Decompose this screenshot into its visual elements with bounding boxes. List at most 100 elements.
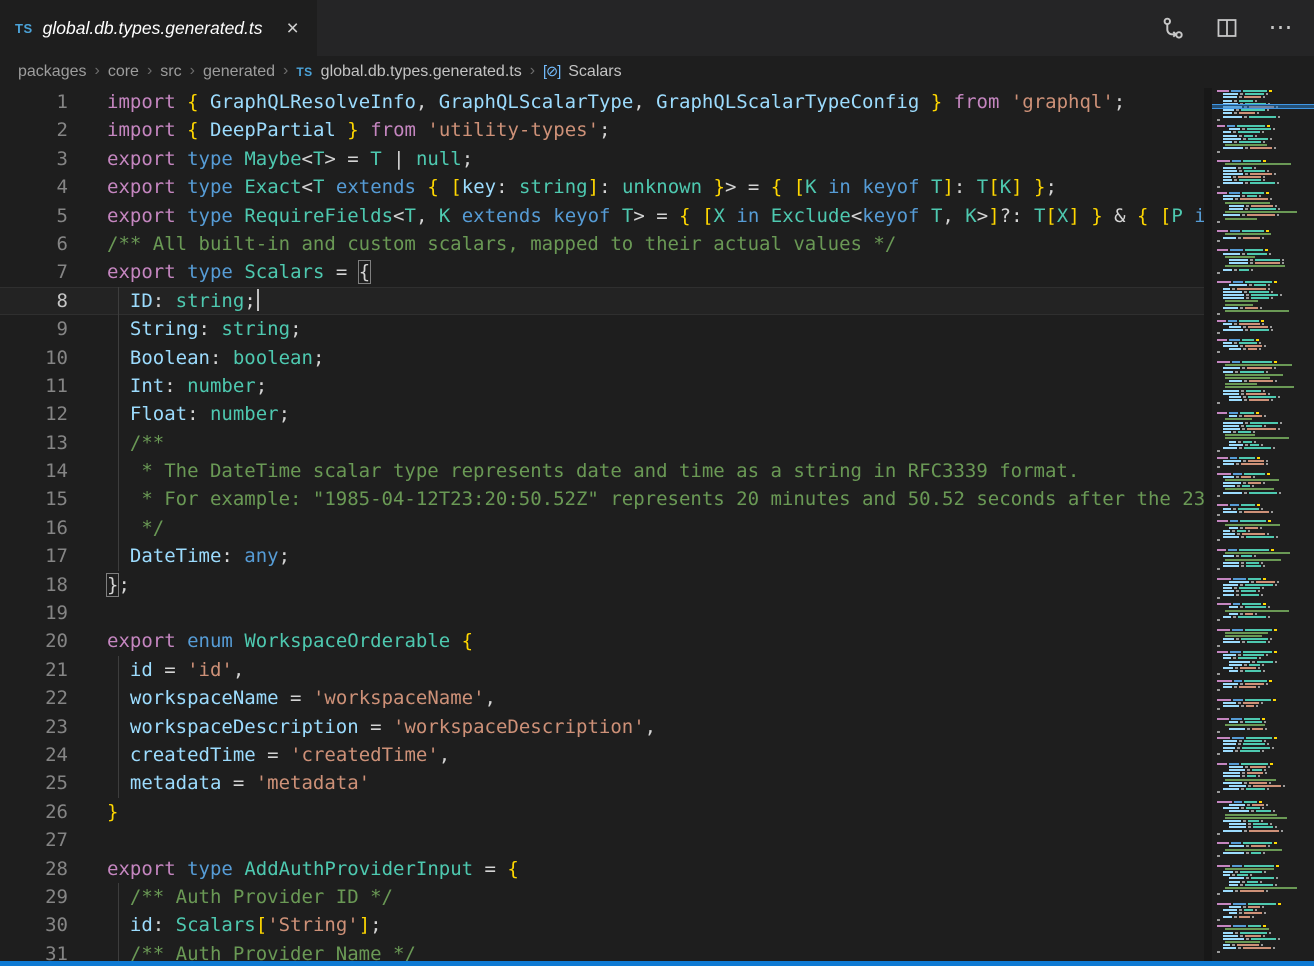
code-line[interactable]: 7export type Scalars = {: [0, 258, 1204, 286]
code-line[interactable]: 24 createdTime = 'createdTime',: [0, 741, 1204, 769]
minimap-line: [1217, 539, 1314, 541]
scrollbar-track[interactable]: [1204, 88, 1212, 961]
line-number[interactable]: 27: [0, 826, 68, 854]
code-line[interactable]: 13 /**: [0, 429, 1204, 457]
minimap-line: [1217, 686, 1314, 688]
code-line[interactable]: 31 /** Auth Provider Name */: [0, 940, 1204, 961]
code-line[interactable]: 12 Float: number;: [0, 400, 1204, 428]
code-token: import: [107, 91, 176, 113]
code-line[interactable]: 27: [0, 826, 1204, 854]
minimap-line: [1217, 364, 1314, 366]
line-number[interactable]: 11: [0, 372, 68, 400]
line-number[interactable]: 6: [0, 230, 68, 258]
code-line[interactable]: 22 workspaceName = 'workspaceName',: [0, 684, 1204, 712]
line-number[interactable]: 3: [0, 145, 68, 173]
code-line[interactable]: 23 workspaceDescription = 'workspaceDesc…: [0, 713, 1204, 741]
line-number[interactable]: 1: [0, 88, 68, 116]
code-token: 'graphql': [1011, 91, 1114, 113]
breadcrumb-item-core[interactable]: core: [108, 63, 139, 81]
code-token: number: [210, 403, 279, 425]
code-line[interactable]: 29 /** Auth Provider ID */: [0, 883, 1204, 911]
indent-guide: [118, 315, 119, 343]
minimap-line: [1217, 868, 1314, 870]
breadcrumb-item-generated[interactable]: generated: [203, 63, 275, 81]
line-number[interactable]: 18: [0, 571, 68, 599]
breadcrumb-item-packages[interactable]: packages: [18, 63, 87, 81]
line-number[interactable]: 23: [0, 713, 68, 741]
code-line[interactable]: 16 */: [0, 514, 1204, 542]
line-number[interactable]: 22: [0, 684, 68, 712]
code-line[interactable]: 25 metadata = 'metadata': [0, 769, 1204, 797]
line-number[interactable]: 26: [0, 798, 68, 826]
breadcrumb-item-file[interactable]: global.db.types.generated.ts: [321, 63, 522, 81]
line-number[interactable]: 25: [0, 769, 68, 797]
minimap-line: [1217, 549, 1314, 551]
line-number[interactable]: 16: [0, 514, 68, 542]
code-line[interactable]: 30 id: Scalars['String'];: [0, 911, 1204, 939]
code-token: {: [507, 858, 518, 880]
line-number[interactable]: 14: [0, 457, 68, 485]
code-line[interactable]: 3export type Maybe<T> = T | null;: [0, 145, 1204, 173]
line-number[interactable]: 12: [0, 400, 68, 428]
code-line[interactable]: 1import { GraphQLResolveInfo, GraphQLSca…: [0, 88, 1204, 116]
minimap[interactable]: [1212, 88, 1314, 961]
line-number[interactable]: 20: [0, 627, 68, 655]
code-line[interactable]: 8 ID: string;: [0, 287, 1204, 315]
line-number[interactable]: 30: [0, 911, 68, 939]
minimap-line: [1217, 488, 1314, 490]
code-line[interactable]: 6/** All built-in and custom scalars, ma…: [0, 230, 1204, 258]
code-token: any: [244, 545, 278, 567]
line-number[interactable]: 31: [0, 940, 68, 961]
code-line[interactable]: 21 id = 'id',: [0, 656, 1204, 684]
line-number[interactable]: 21: [0, 656, 68, 684]
line-number[interactable]: 9: [0, 315, 68, 343]
code-token: 'workspaceName': [313, 687, 485, 709]
breadcrumb-item-symbol[interactable]: Scalars: [568, 63, 621, 81]
editor-lines[interactable]: 1import { GraphQLResolveInfo, GraphQLSca…: [0, 88, 1204, 961]
code-token: [233, 858, 244, 880]
line-number[interactable]: 2: [0, 116, 68, 144]
code-line[interactable]: 9 String: string;: [0, 315, 1204, 343]
line-number[interactable]: 13: [0, 429, 68, 457]
code-line[interactable]: 5export type RequireFields<T, K extends …: [0, 202, 1204, 230]
line-number[interactable]: 28: [0, 855, 68, 883]
status-bar[interactable]: [0, 961, 1314, 966]
tab-global-db-types-generated-ts[interactable]: TS global.db.types.generated.ts ×: [0, 0, 317, 56]
code-token: [919, 91, 930, 113]
code-line[interactable]: 10 Boolean: boolean;: [0, 344, 1204, 372]
code-line[interactable]: 14 * The DateTime scalar type represents…: [0, 457, 1204, 485]
line-number[interactable]: 24: [0, 741, 68, 769]
open-changes-icon[interactable]: [1160, 15, 1186, 41]
line-number[interactable]: 29: [0, 883, 68, 911]
minimap-line: [1217, 492, 1314, 494]
line-number[interactable]: 5: [0, 202, 68, 230]
split-editor-icon[interactable]: [1214, 15, 1240, 41]
line-number[interactable]: 4: [0, 173, 68, 201]
code-token: ,: [416, 205, 439, 227]
more-actions-icon[interactable]: ⋯: [1268, 15, 1294, 41]
code-text: createdTime = 'createdTime',: [68, 741, 1204, 769]
line-number[interactable]: 10: [0, 344, 68, 372]
line-number[interactable]: 8: [0, 287, 68, 315]
code-line[interactable]: 4export type Exact<T extends { [key: str…: [0, 173, 1204, 201]
code-line[interactable]: 19: [0, 599, 1204, 627]
minimap-line: [1217, 249, 1314, 251]
code-line[interactable]: 11 Int: number;: [0, 372, 1204, 400]
code-line[interactable]: 26}: [0, 798, 1204, 826]
close-icon[interactable]: ×: [287, 18, 299, 39]
line-number[interactable]: 15: [0, 485, 68, 513]
code-line[interactable]: 28export type AddAuthProviderInput = {: [0, 855, 1204, 883]
code-line[interactable]: 17 DateTime: any;: [0, 542, 1204, 570]
line-number[interactable]: 17: [0, 542, 68, 570]
code-line[interactable]: 2import { DeepPartial } from 'utility-ty…: [0, 116, 1204, 144]
code-token: :: [187, 403, 210, 425]
code-line[interactable]: 15 * For example: "1985-04-12T23:20:50.5…: [0, 485, 1204, 513]
chevron-right-icon: ›: [530, 62, 535, 80]
breadcrumb-item-src[interactable]: src: [160, 63, 181, 81]
code-text: Int: number;: [68, 372, 1204, 400]
code-line[interactable]: 18};: [0, 571, 1204, 599]
code-line[interactable]: 20export enum WorkspaceOrderable {: [0, 627, 1204, 655]
line-number[interactable]: 19: [0, 599, 68, 627]
code-token: P: [1171, 205, 1182, 227]
line-number[interactable]: 7: [0, 258, 68, 286]
